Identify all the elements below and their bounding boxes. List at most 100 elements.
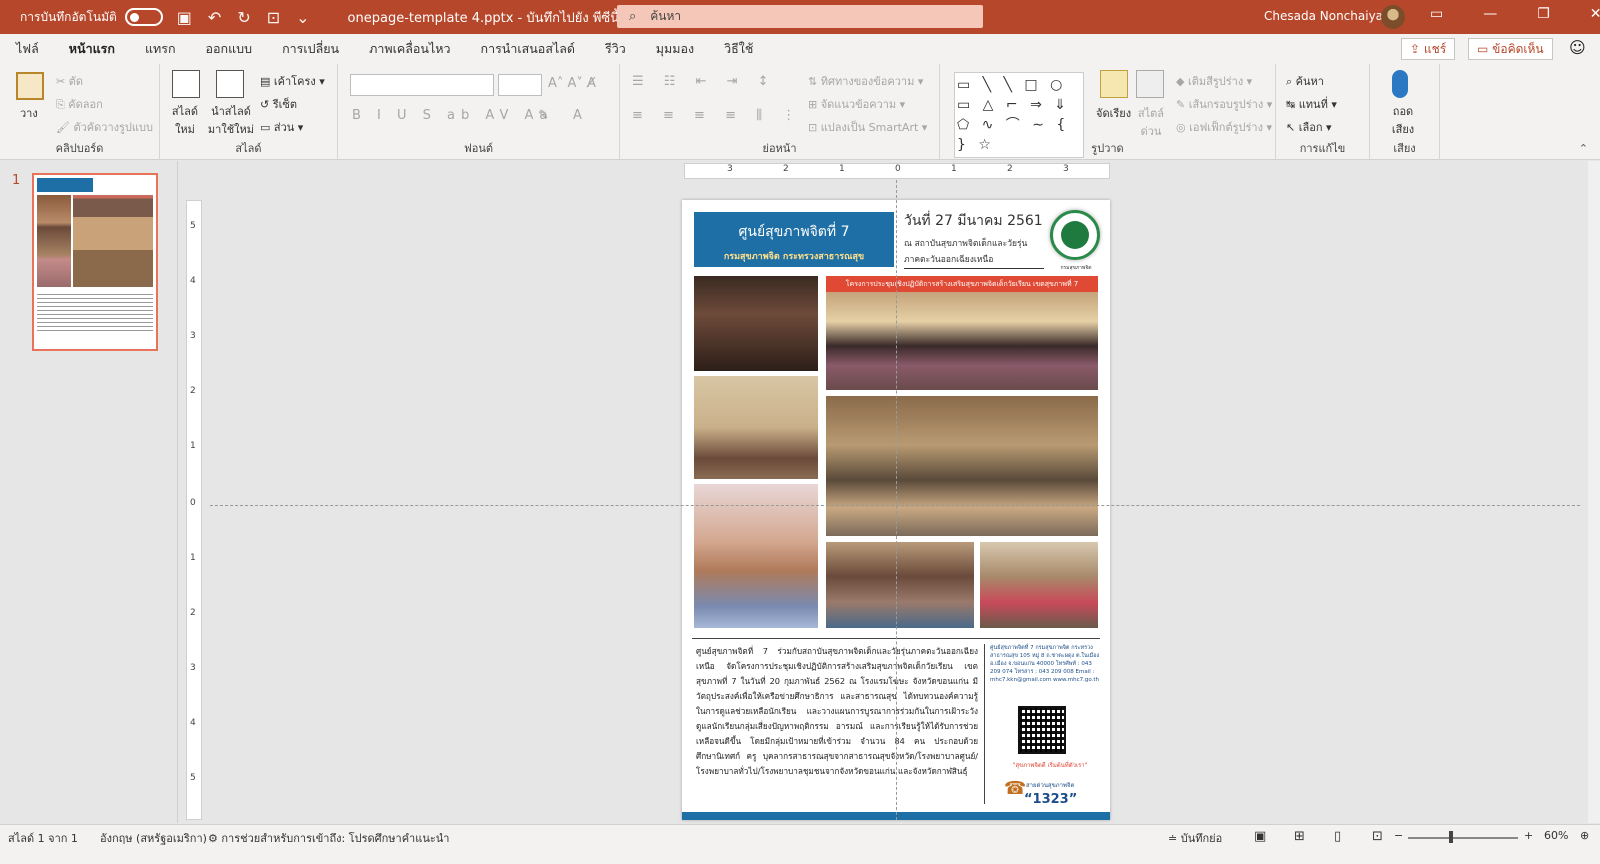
fit-slide-icon[interactable]: ⊕: [1580, 829, 1589, 842]
body-text[interactable]: ศูนย์สุขภาพจิตที่ 7 ร่วมกับสถาบันสุขภาพจ…: [696, 644, 978, 779]
customize-qat-icon[interactable]: ⌄: [296, 8, 309, 27]
language-indicator[interactable]: อังกฤษ (สหรัฐอเมริกา): [100, 829, 207, 847]
dictate-button[interactable]: ถอด เสียง: [1386, 102, 1420, 138]
zoom-slider[interactable]: [1408, 837, 1518, 839]
tab-review[interactable]: รีวิว: [605, 35, 626, 63]
feedback-icon[interactable]: ☺: [1569, 38, 1586, 57]
zoom-level[interactable]: 60%: [1544, 829, 1568, 842]
photo-speaker-2[interactable]: [694, 376, 818, 479]
text-direction-button[interactable]: ⇅ ทิศทางของข้อความ ▾: [808, 72, 923, 90]
redo-icon[interactable]: ↻: [237, 8, 250, 27]
shape-outline-button[interactable]: ✎ เส้นกรอบรูปร่าง ▾: [1176, 95, 1272, 113]
align-text-button[interactable]: ⊞ จัดแนวข้อความ ▾: [808, 95, 905, 113]
restore-icon[interactable]: ❐: [1537, 6, 1550, 22]
group-editing: ⌕ ค้นหา ↹ แทนที่ ▾ ↖ เลือก ▾ การแก้ไข: [1276, 64, 1370, 160]
format-painter-button[interactable]: 🖌 ตัวคัดวางรูปแบบ: [56, 118, 153, 136]
align-icons[interactable]: ≡ ≡ ≡ ≡ ⫼ ⋮: [632, 108, 803, 123]
ribbon-display-icon[interactable]: ▭: [1430, 6, 1443, 22]
paste-icon[interactable]: [16, 72, 44, 100]
font-name-combo[interactable]: [350, 74, 494, 96]
vertical-guide[interactable]: [896, 180, 897, 820]
toggle-switch[interactable]: [124, 8, 163, 26]
avatar[interactable]: [1381, 5, 1405, 29]
tab-insert[interactable]: แทรก: [145, 35, 176, 63]
reuse-slides-icon[interactable]: [216, 70, 244, 98]
reading-view-icon[interactable]: ▯: [1334, 829, 1341, 844]
minimize-icon[interactable]: —: [1483, 6, 1497, 22]
font-color-icons[interactable]: ✎ A: [538, 108, 592, 123]
zoom-slider-thumb[interactable]: [1449, 831, 1453, 843]
zoom-in-icon[interactable]: +: [1524, 829, 1533, 842]
user-name[interactable]: Chesada Nonchaiya: [1264, 9, 1383, 23]
paste-button[interactable]: วาง: [20, 104, 38, 122]
save-icon[interactable]: ▣: [177, 8, 192, 27]
slogan-text[interactable]: "สุขภาพจิตดี เริ่มต้นที่ตัวเรา": [998, 760, 1102, 770]
undo-icon[interactable]: ↶: [208, 8, 221, 27]
replace-button[interactable]: ↹ แทนที่ ▾: [1286, 95, 1337, 113]
project-banner[interactable]: โครงการประชุมเชิงปฏิบัติการสร้างเสริมสุข…: [826, 276, 1098, 292]
font-size-adjust-icons[interactable]: A˄ A˅ A̸: [548, 76, 596, 91]
copy-button[interactable]: ⎘ คัดลอก: [56, 95, 103, 113]
section-button[interactable]: ▭ ส่วน ▾: [260, 118, 303, 136]
ruler-label: 0: [895, 164, 901, 174]
contact-info[interactable]: ศูนย์สุขภาพจิตที่ 7 กรมสุขภาพจิต กระทรวง…: [990, 644, 1102, 684]
new-slide-icon[interactable]: [172, 70, 200, 98]
accessibility-checker[interactable]: ⚙ การช่วยสำหรับการเข้าถึง: โปรดศึกษาคำแน…: [208, 829, 449, 847]
collapse-ribbon-icon[interactable]: ⌃: [1579, 142, 1588, 155]
autosave-toggle[interactable]: การบันทึกอัตโนมัติ: [20, 8, 163, 27]
event-date[interactable]: วันที่ 27 มีนาคม 2561: [904, 210, 1043, 232]
reuse-slides-button[interactable]: นำสไลด์ มาใช้ใหม่: [206, 102, 256, 138]
reset-button[interactable]: ↺ รีเซ็ต: [260, 95, 297, 113]
tab-slideshow[interactable]: การนำเสนอสไลด์: [481, 35, 576, 63]
slide-thumbnail[interactable]: [32, 173, 158, 351]
comments-button[interactable]: ▭ ข้อคิดเห็น: [1468, 38, 1553, 60]
photo-group[interactable]: [826, 292, 1098, 390]
shape-fill-button[interactable]: ◆ เติมสีรูปร่าง ▾: [1176, 72, 1252, 90]
zoom-out-icon[interactable]: −: [1394, 829, 1403, 842]
tab-file[interactable]: ไฟล์: [16, 35, 39, 63]
vertical-scrollbar[interactable]: [1588, 161, 1600, 823]
tab-animations[interactable]: ภาพเคลื่อนไหว: [369, 35, 450, 63]
tab-help[interactable]: วิธีใช้: [724, 35, 753, 63]
quick-styles-icon[interactable]: [1136, 70, 1164, 98]
font-format-icons[interactable]: B I U S ab AV Aa: [352, 108, 553, 123]
present-icon[interactable]: ⊡: [267, 8, 280, 27]
photo-speaker-1[interactable]: [694, 276, 818, 371]
quick-styles-button[interactable]: สไตล์ ด่วน: [1134, 104, 1168, 140]
smartart-button[interactable]: ⊡ แปลงเป็น SmartArt ▾: [808, 118, 927, 136]
tab-transitions[interactable]: การเปลี่ยน: [282, 35, 339, 63]
notes-button[interactable]: ≐ บันทึกย่อ: [1168, 829, 1222, 847]
find-button[interactable]: ⌕ ค้นหา: [1286, 72, 1324, 90]
group-label-slides: สไลด์: [235, 142, 262, 155]
qr-code-icon[interactable]: [1018, 706, 1066, 754]
font-size-combo[interactable]: [498, 74, 542, 96]
select-button[interactable]: ↖ เลือก ▾: [1286, 118, 1332, 136]
layout-button[interactable]: ▤ เค้าโครง ▾: [260, 72, 325, 90]
slideshow-icon[interactable]: ⊡: [1372, 829, 1383, 844]
shape-effects-button[interactable]: ◎ เอฟเฟ็กต์รูปร่าง ▾: [1176, 118, 1272, 136]
new-slide-button[interactable]: สไลด์ ใหม่: [170, 102, 200, 138]
header-title-box[interactable]: ศูนย์สุขภาพจิตที่ 7 กรมสุขภาพจิต กระทรวง…: [694, 212, 894, 267]
cut-button[interactable]: ✂ ตัด: [56, 72, 83, 90]
horizontal-guide[interactable]: [210, 505, 1580, 506]
department-logo-icon[interactable]: [1050, 210, 1100, 260]
photo-discussion-2[interactable]: [980, 542, 1098, 628]
ruler-label: 3: [190, 663, 196, 673]
slide-sorter-icon[interactable]: ⊞: [1294, 829, 1305, 844]
arrange-icon[interactable]: [1100, 70, 1128, 98]
search-box[interactable]: ⌕ ค้นหา: [617, 5, 983, 28]
tab-design[interactable]: ออกแบบ: [206, 35, 253, 63]
photo-discussion-1[interactable]: [826, 542, 974, 628]
close-icon[interactable]: ✕: [1590, 6, 1600, 22]
normal-view-icon[interactable]: ▣: [1254, 829, 1266, 844]
microphone-icon[interactable]: [1392, 70, 1408, 98]
list-icons[interactable]: ☰ ☷ ⇤ ⇥ ↕: [632, 74, 777, 89]
photo-workshop[interactable]: [826, 396, 1098, 536]
hotline-number[interactable]: “1323”: [1024, 792, 1077, 807]
arrange-button[interactable]: จัดเรียง: [1096, 104, 1131, 122]
event-venue[interactable]: ณ สถาบันสุขภาพจิตเด็กและวัยรุ่น ภาคตะวัน…: [904, 236, 1044, 269]
tab-home[interactable]: หน้าแรก: [68, 35, 116, 67]
group-label-drawing: รูปวาด: [1091, 142, 1124, 155]
tab-view[interactable]: มุมมอง: [656, 35, 694, 63]
share-button[interactable]: ⇪ แชร์: [1401, 38, 1456, 60]
